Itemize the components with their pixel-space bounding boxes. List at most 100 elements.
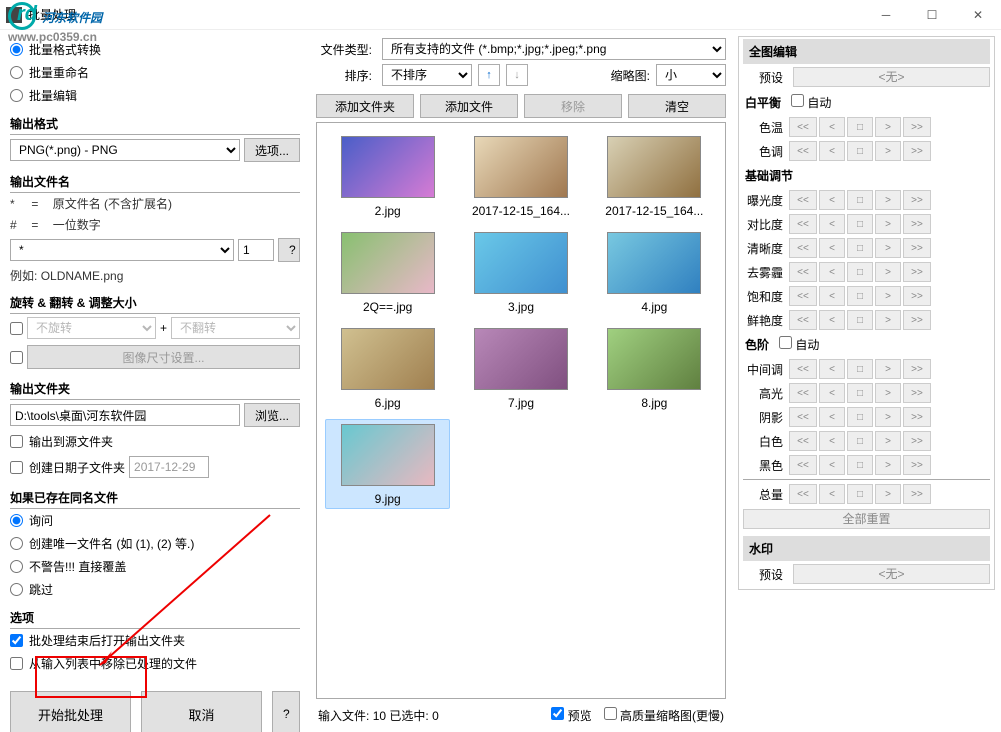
black-dec2[interactable]: << [789, 455, 817, 475]
white-inc[interactable]: > [875, 431, 901, 451]
clear-button[interactable]: 清空 [628, 94, 726, 118]
maximize-button[interactable]: ☐ [909, 0, 955, 30]
format-options-button[interactable]: 选项... [244, 138, 300, 162]
contrast-reset[interactable]: □ [847, 214, 873, 234]
thumb-item[interactable]: 2Q==.jpg [325, 227, 450, 317]
levels-auto-check[interactable] [779, 336, 792, 349]
total-reset[interactable]: □ [847, 484, 873, 504]
tint-reset[interactable]: □ [847, 141, 873, 161]
thumb-item[interactable]: 9.jpg [325, 419, 450, 509]
exposure-inc2[interactable]: >> [903, 190, 931, 210]
sort-desc-button[interactable]: ↓ [506, 64, 528, 86]
black-dec[interactable]: < [819, 455, 845, 475]
vibrance-inc2[interactable]: >> [903, 310, 931, 330]
tint-dec2[interactable]: << [789, 141, 817, 161]
reset-all-button[interactable]: 全部重置 [743, 509, 990, 529]
dehaze-dec2[interactable]: << [789, 262, 817, 282]
overwrite-radio[interactable] [10, 560, 23, 573]
highlight-reset[interactable]: □ [847, 383, 873, 403]
shadow-reset[interactable]: □ [847, 407, 873, 427]
contrast-dec2[interactable]: << [789, 214, 817, 234]
mode-edit[interactable]: 批量编辑 [10, 84, 300, 107]
browse-button[interactable]: 浏览... [244, 403, 300, 427]
midtone-dec2[interactable]: << [789, 359, 817, 379]
saturation-inc[interactable]: > [875, 286, 901, 306]
exposure-reset[interactable]: □ [847, 190, 873, 210]
highlight-dec2[interactable]: << [789, 383, 817, 403]
black-inc2[interactable]: >> [903, 455, 931, 475]
midtone-inc[interactable]: > [875, 359, 901, 379]
mode-rename[interactable]: 批量重命名 [10, 61, 300, 84]
mode-rename-radio[interactable] [10, 66, 23, 79]
highlight-dec[interactable]: < [819, 383, 845, 403]
contrast-inc2[interactable]: >> [903, 214, 931, 234]
shadow-dec[interactable]: < [819, 407, 845, 427]
saturation-reset[interactable]: □ [847, 286, 873, 306]
thumb-item[interactable]: 6.jpg [325, 323, 450, 413]
shadow-dec2[interactable]: << [789, 407, 817, 427]
clarity-dec2[interactable]: << [789, 238, 817, 258]
dehaze-inc2[interactable]: >> [903, 262, 931, 282]
total-inc[interactable]: > [875, 484, 901, 504]
wb-auto-check[interactable] [791, 94, 804, 107]
cancel-button[interactable]: 取消 [141, 691, 262, 732]
temp-dec[interactable]: < [819, 117, 845, 137]
total-dec[interactable]: < [819, 484, 845, 504]
hq-check[interactable] [604, 707, 617, 720]
skip-row[interactable]: 跳过 [10, 578, 300, 601]
saturation-dec2[interactable]: << [789, 286, 817, 306]
midtone-inc2[interactable]: >> [903, 359, 931, 379]
ask-radio[interactable] [10, 514, 23, 527]
output-format-select[interactable]: PNG(*.png) - PNG [10, 139, 240, 161]
dehaze-dec[interactable]: < [819, 262, 845, 282]
sort-asc-button[interactable]: ↑ [478, 64, 500, 86]
thumb-item[interactable]: 2017-12-15_164... [592, 131, 717, 221]
highlight-inc[interactable]: > [875, 383, 901, 403]
close-button[interactable]: ✕ [955, 0, 1001, 30]
overwrite-row[interactable]: 不警告!!! 直接覆盖 [10, 555, 300, 578]
total-dec2[interactable]: << [789, 484, 817, 504]
clarity-reset[interactable]: □ [847, 238, 873, 258]
thumb-item[interactable]: 7.jpg [458, 323, 583, 413]
filetype-select[interactable]: 所有支持的文件 (*.bmp;*.jpg;*.jpeg;*.png [382, 38, 726, 60]
ask-row[interactable]: 询问 [10, 509, 300, 532]
vibrance-dec2[interactable]: << [789, 310, 817, 330]
contrast-inc[interactable]: > [875, 214, 901, 234]
dehaze-inc[interactable]: > [875, 262, 901, 282]
highlight-inc2[interactable]: >> [903, 383, 931, 403]
start-batch-button[interactable]: 开始批处理 [10, 691, 131, 732]
date-folder-row[interactable]: 创建日期子文件夹 [10, 453, 300, 481]
thumb-item[interactable]: 4.jpg [592, 227, 717, 317]
thumb-item[interactable]: 2017-12-15_164... [458, 131, 583, 221]
thumbnail-grid[interactable]: 2.jpg2017-12-15_164...2017-12-15_164...2… [316, 122, 726, 699]
add-folder-button[interactable]: 添加文件夹 [316, 94, 414, 118]
dehaze-reset[interactable]: □ [847, 262, 873, 282]
temp-dec2[interactable]: << [789, 117, 817, 137]
thumb-item[interactable]: 2.jpg [325, 131, 450, 221]
minimize-button[interactable]: ─ [863, 0, 909, 30]
midtone-dec[interactable]: < [819, 359, 845, 379]
mode-edit-radio[interactable] [10, 89, 23, 102]
clarity-inc[interactable]: > [875, 238, 901, 258]
size-enable-check[interactable] [10, 351, 23, 364]
open-after-check[interactable] [10, 634, 23, 647]
name-help-button[interactable]: ? [278, 238, 300, 262]
exposure-inc[interactable]: > [875, 190, 901, 210]
shadow-inc2[interactable]: >> [903, 407, 931, 427]
white-inc2[interactable]: >> [903, 431, 931, 451]
tint-dec[interactable]: < [819, 141, 845, 161]
tint-inc[interactable]: > [875, 141, 901, 161]
shadow-inc[interactable]: > [875, 407, 901, 427]
outfolder-path-input[interactable] [10, 404, 240, 426]
white-reset[interactable]: □ [847, 431, 873, 451]
clarity-dec[interactable]: < [819, 238, 845, 258]
exposure-dec[interactable]: < [819, 190, 845, 210]
unique-row[interactable]: 创建唯一文件名 (如 (1), (2) 等.) [10, 532, 300, 555]
wm-preset-value[interactable]: <无> [793, 564, 990, 584]
name-number-input[interactable] [238, 239, 274, 261]
to-source-check[interactable] [10, 435, 23, 448]
temp-inc2[interactable]: >> [903, 117, 931, 137]
skip-radio[interactable] [10, 583, 23, 596]
date-folder-check[interactable] [10, 461, 23, 474]
thumb-item[interactable]: 8.jpg [592, 323, 717, 413]
